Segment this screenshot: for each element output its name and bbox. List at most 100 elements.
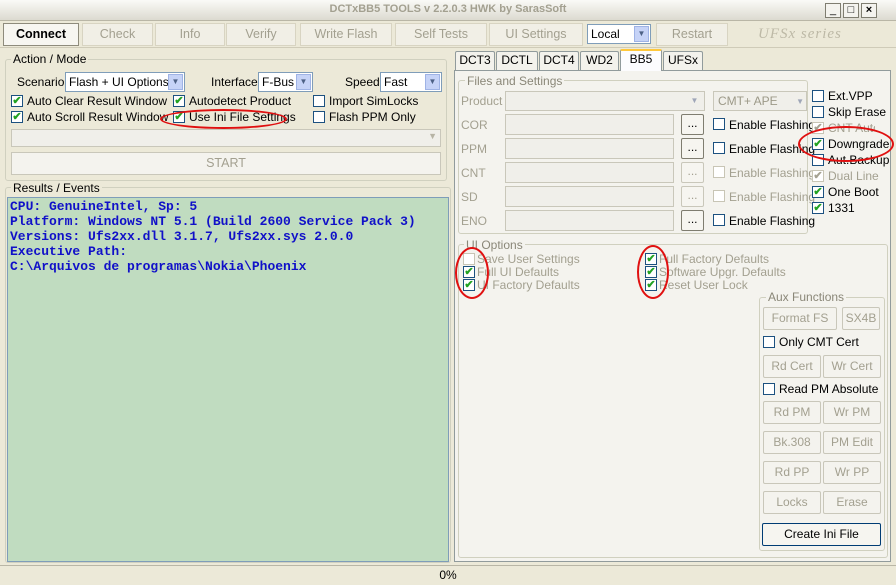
interface-select[interactable]: F-Bus ▼ <box>258 72 313 92</box>
cnt-enable-checkbox[interactable] <box>713 166 725 178</box>
cor-input[interactable] <box>505 114 674 135</box>
rd-pp-button[interactable]: Rd PP <box>763 461 821 484</box>
auto-clear-checkbox[interactable]: ✔ <box>11 95 23 107</box>
chevron-down-icon: ▼ <box>428 131 437 141</box>
sd-enable-label: Enable Flashing <box>729 190 816 204</box>
check-button[interactable]: Check <box>82 23 153 46</box>
write-flash-button[interactable]: Write Flash <box>300 23 392 46</box>
ppm-input[interactable] <box>505 138 674 159</box>
ppm-browse-button[interactable]: ... <box>681 138 704 159</box>
product-label: Product <box>461 94 503 108</box>
tab-dct4[interactable]: DCT4 <box>539 51 579 70</box>
read-pm-absolute-checkbox[interactable] <box>763 383 775 395</box>
cor-browse-button[interactable]: ... <box>681 114 704 135</box>
restart-button[interactable]: Restart <box>656 23 728 46</box>
results-log[interactable]: CPU: GenuineIntel, Sp: 5 Platform: Window… <box>7 197 449 562</box>
autodetect-label: Autodetect Product <box>189 94 292 108</box>
aux-functions-title: Aux Functions <box>766 290 847 304</box>
sd-browse-button[interactable]: ... <box>681 186 704 207</box>
cnt-label: CNT <box>461 166 486 180</box>
ext-vpp-checkbox[interactable] <box>812 90 824 102</box>
rd-pm-button[interactable]: Rd PM <box>763 401 821 424</box>
import-simlocks-label: Import SimLocks <box>329 94 419 108</box>
flash-ppm-checkbox[interactable] <box>313 111 325 123</box>
one-boot-checkbox[interactable]: ✔ <box>812 186 824 198</box>
1331-checkbox[interactable]: ✔ <box>812 202 824 214</box>
full-factory-defaults-label: Full Factory Defaults <box>659 252 770 266</box>
auto-scroll-checkbox[interactable]: ✔ <box>11 111 23 123</box>
chevron-down-icon: ▼ <box>296 74 311 90</box>
speed-value: Fast <box>384 75 408 89</box>
tab-wd2[interactable]: WD2 <box>580 51 619 70</box>
format-fs-button[interactable]: Format FS <box>763 307 837 330</box>
rd-cert-button[interactable]: Rd Cert <box>763 355 821 378</box>
window-title: DCTxBB5 TOOLS v 2.2.0.3 HWK by SarasSoft <box>329 3 567 15</box>
chevron-down-icon: ▼ <box>634 26 649 42</box>
tab-dct3[interactable]: DCT3 <box>455 51 495 70</box>
chevron-down-icon: ▼ <box>796 97 804 106</box>
scenario-select[interactable]: Flash + UI Options ▼ <box>65 72 185 92</box>
mode-select[interactable]: Local ▼ <box>587 24 651 44</box>
only-cmt-cert-checkbox[interactable] <box>763 336 775 348</box>
sx4b-button[interactable]: SX4B <box>842 307 880 330</box>
reset-user-lock-label: Reset User Lock <box>659 278 748 292</box>
cnt-input[interactable] <box>505 162 674 183</box>
wr-pm-button[interactable]: Wr PM <box>823 401 881 424</box>
eno-browse-button[interactable]: ... <box>681 210 704 231</box>
only-cmt-cert-label: Only CMT Cert <box>779 335 859 349</box>
auto-scroll-label: Auto Scroll Result Window <box>27 110 169 124</box>
verify-button[interactable]: Verify <box>226 23 296 46</box>
dual-line-checkbox[interactable]: ✔ <box>812 170 824 182</box>
info-button[interactable]: Info <box>155 23 225 46</box>
eno-enable-checkbox[interactable] <box>713 214 725 226</box>
ppm-label: PPM <box>461 142 488 156</box>
ui-settings-button[interactable]: UI Settings <box>489 23 583 46</box>
skip-erase-label: Skip Erase <box>828 105 887 119</box>
eno-input[interactable] <box>505 210 674 231</box>
tab-ufsx[interactable]: UFSx <box>663 51 703 70</box>
sd-input[interactable] <box>505 186 674 207</box>
tab-bb5[interactable]: BB5 <box>620 49 662 71</box>
pm-edit-button[interactable]: PM Edit <box>823 431 881 454</box>
product-select[interactable]: ▼ <box>505 91 705 111</box>
sd-label: SD <box>461 190 478 204</box>
disabled-dropdown[interactable]: ▼ <box>11 129 441 147</box>
ppm-enable-checkbox[interactable] <box>713 142 725 154</box>
cnt-browse-button[interactable]: ... <box>681 162 704 183</box>
eno-label: ENO <box>461 214 488 228</box>
autodetect-checkbox[interactable]: ✔ <box>173 95 185 107</box>
bk308-button[interactable]: Bk.308 <box>763 431 821 454</box>
cor-enable-label: Enable Flashing <box>729 118 816 132</box>
log-line: C:\Arquivos de programas\Nokia\Phoenix <box>10 259 307 274</box>
create-ini-file-button[interactable]: Create Ini File <box>762 523 881 546</box>
cor-enable-checkbox[interactable] <box>713 118 725 130</box>
speed-select[interactable]: Fast ▼ <box>380 72 442 92</box>
connect-button[interactable]: Connect <box>3 23 79 46</box>
sd-enable-checkbox[interactable] <box>713 190 725 202</box>
read-pm-absolute-label: Read PM Absolute <box>779 382 879 396</box>
close-button[interactable]: × <box>861 3 877 18</box>
full-ui-defaults-label: Full UI Defaults <box>477 265 560 279</box>
maximize-button[interactable]: □ <box>843 3 859 18</box>
import-simlocks-checkbox[interactable] <box>313 95 325 107</box>
wr-pp-button[interactable]: Wr PP <box>823 461 881 484</box>
log-line: Platform: Windows NT 5.1 (Build 2600 Ser… <box>10 214 416 229</box>
flash-ppm-label: Flash PPM Only <box>329 110 416 124</box>
mode-value: Local <box>591 27 620 41</box>
self-tests-button[interactable]: Self Tests <box>395 23 487 46</box>
log-line: CPU: GenuineIntel, Sp: 5 <box>10 199 198 214</box>
cmt-select[interactable]: CMT+ APE ▼ <box>713 91 807 111</box>
1331-label: 1331 <box>828 201 855 215</box>
locks-button[interactable]: Locks <box>763 491 821 514</box>
save-user-settings-label: Save User Settings <box>477 252 580 266</box>
erase-button[interactable]: Erase <box>823 491 881 514</box>
skip-erase-checkbox[interactable] <box>812 106 824 118</box>
dual-line-label: Dual Line <box>828 169 879 183</box>
tab-dctl[interactable]: DCTL <box>496 51 538 70</box>
start-button[interactable]: START <box>11 152 441 175</box>
minimize-button[interactable]: _ <box>825 3 841 18</box>
progress-text: 0% <box>439 568 457 582</box>
status-bar: 0% <box>0 565 896 585</box>
wr-cert-button[interactable]: Wr Cert <box>823 355 881 378</box>
scenario-label: Scenario <box>17 75 65 89</box>
